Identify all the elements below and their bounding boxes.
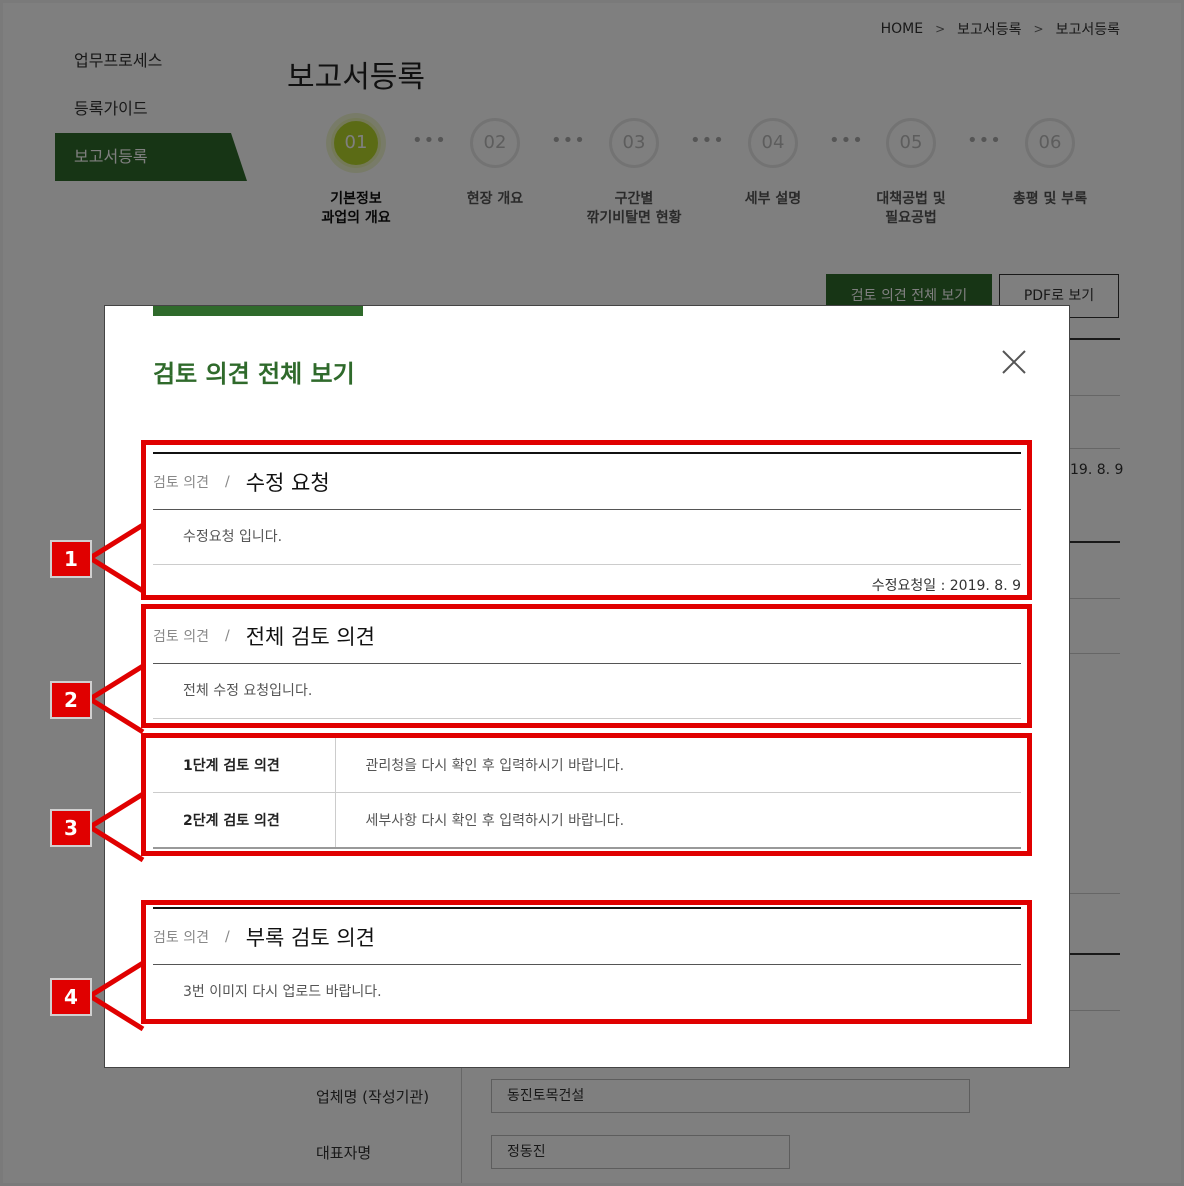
screenshot-frame: [0, 0, 1184, 1186]
